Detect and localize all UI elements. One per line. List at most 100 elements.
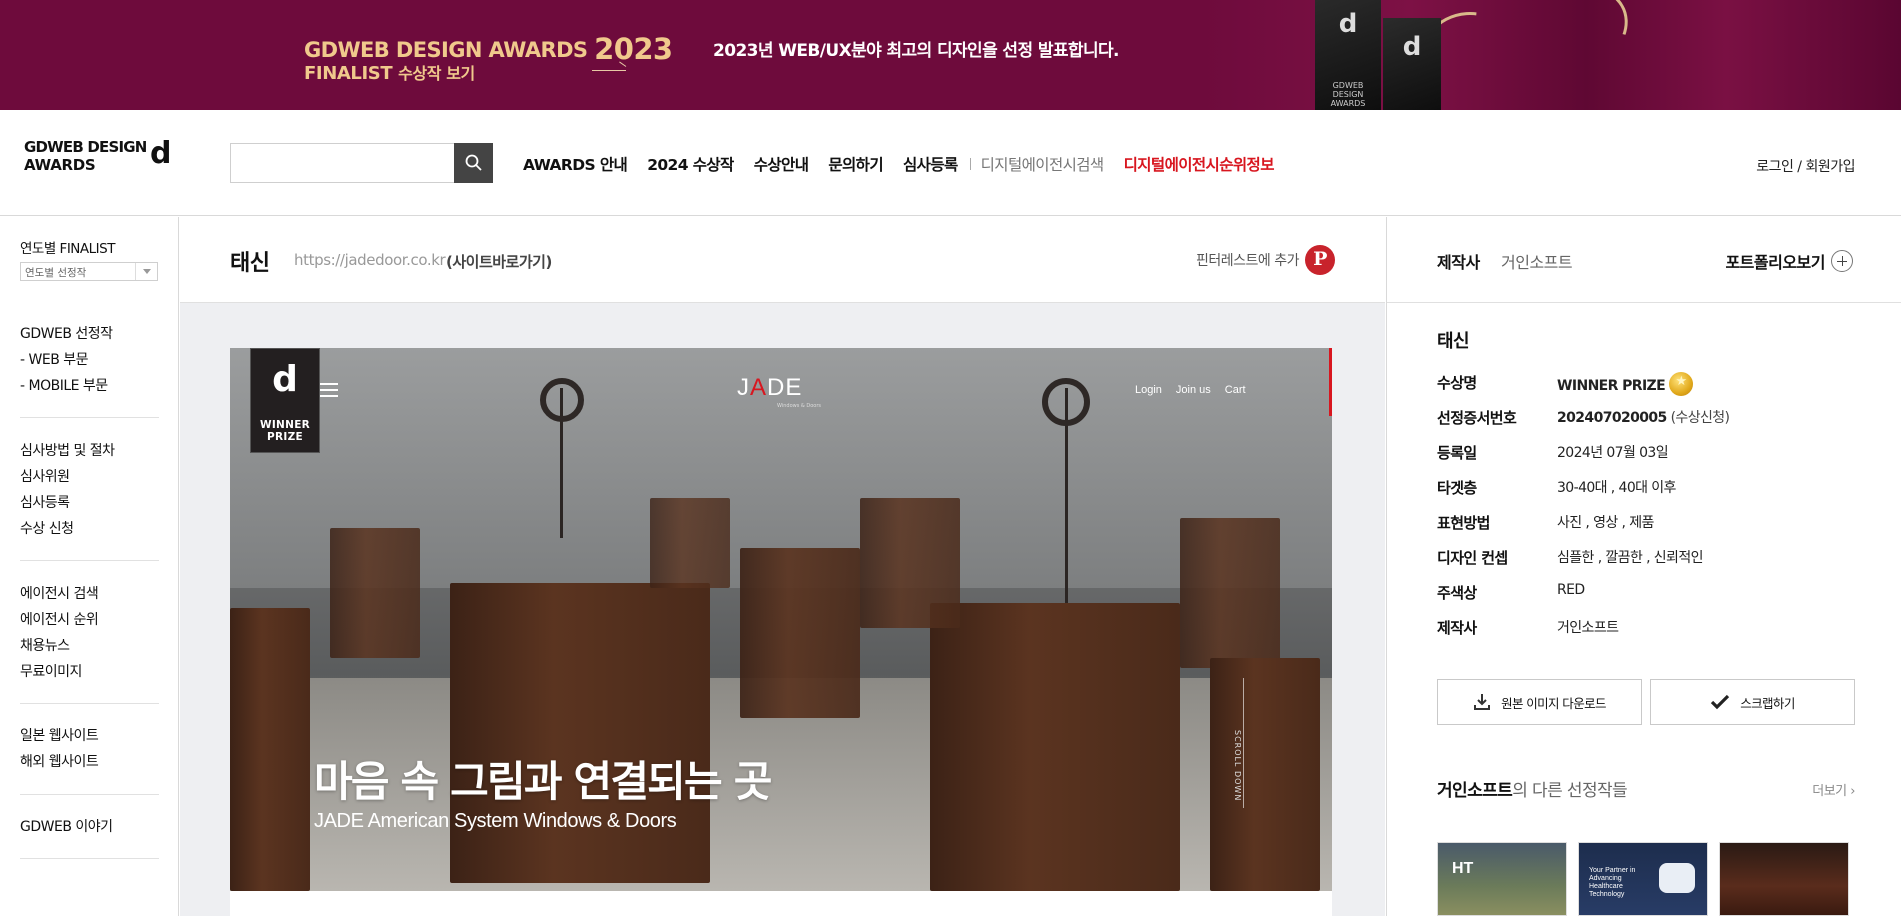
sidebar-item-agency-search[interactable]: 에이전시 검색 <box>20 581 159 607</box>
wood-block <box>930 603 1180 891</box>
maker-value[interactable]: 거인소프트 <box>1501 249 1573 273</box>
wood-block <box>450 583 710 883</box>
pinterest-add-button[interactable]: 핀터레스트에 추가 P <box>1196 245 1335 275</box>
thumbnail-text: Your Partner in Advancing Healthcare Tec… <box>1589 867 1636 898</box>
detail-value: 202407020005 (수상신청) <box>1557 410 1730 426</box>
download-original-button[interactable]: 원본 이미지 다운로드 <box>1437 679 1642 725</box>
detail-key: 선정증서번호 <box>1437 409 1517 427</box>
sidebar-group-selected: GDWEB 선정작 - WEB 부문 - MOBILE 부문 <box>20 321 159 399</box>
logo-line2: AWARDS <box>24 156 96 174</box>
detail-value: 30-40대 , 40대 이후 <box>1557 480 1676 496</box>
year-select[interactable]: 연도별 선정작 <box>20 262 158 281</box>
scrap-button[interactable]: 스크랩하기 <box>1650 679 1855 725</box>
work-url: https://jadedoor.co.kr <box>294 251 446 269</box>
trophy-logo-icon: d <box>1338 9 1358 39</box>
sidebar-item-overseas-sites[interactable]: 해외 웹사이트 <box>20 749 159 775</box>
sidebar-item-japan-sites[interactable]: 일본 웹사이트 <box>20 723 159 749</box>
sidebar-divider <box>20 858 159 859</box>
sidebar-item-register[interactable]: 심사등록 <box>20 490 159 516</box>
sidebar-divider <box>20 417 159 418</box>
detail-value: 사진 , 영상 , 제품 <box>1557 515 1654 531</box>
detail-row: 선정증서번호 202407020005 (수상신청) <box>1437 407 1730 442</box>
scroll-down-label: SCROLL DOWN <box>1233 730 1242 802</box>
promo-banner[interactable]: d GDWEB DESIGN AWARDS d GDWEB DESIGN AWA… <box>0 0 1901 110</box>
sidebar-divider <box>20 794 159 795</box>
sidebar-item-gdweb-story[interactable]: GDWEB 이야기 <box>20 814 159 840</box>
detail-row: 수상명 WINNER PRIZE <box>1437 372 1729 407</box>
detail-key: 주색상 <box>1437 584 1477 602</box>
detail-value: 거인소프트 <box>1557 620 1619 636</box>
more-link[interactable]: 더보기 › <box>1812 780 1855 799</box>
detail-key: 등록일 <box>1437 444 1477 462</box>
winner-prize-badge: d WINNER PRIZE <box>250 348 320 453</box>
sidebar-item-mobile[interactable]: - MOBILE 부문 <box>20 373 159 399</box>
trophy-image: d GDWEB DESIGN AWARDS <box>1315 0 1381 110</box>
detail-key: 타겟층 <box>1437 479 1477 497</box>
sidebar-item-free-images[interactable]: 무료이미지 <box>20 659 159 685</box>
iron-ring <box>540 378 584 422</box>
screenshot-login: Login <box>1135 384 1162 396</box>
other-work-thumbnail[interactable]: HT <box>1437 842 1567 916</box>
detail-value: 2024년 07월 03일 <box>1557 445 1669 461</box>
portfolio-label: 포트폴리오보기 <box>1725 253 1825 272</box>
sidebar-item-gdweb-selected[interactable]: GDWEB 선정작 <box>20 321 159 347</box>
screenshot-headline: 마음 속 그림과 연결되는 곳 <box>314 757 772 806</box>
visit-site-link[interactable]: (사이트바로가기) <box>446 251 552 272</box>
year-finalist-label: 연도별 FINALIST <box>20 241 115 257</box>
iron-ring <box>1042 378 1090 426</box>
device-image <box>1659 863 1695 893</box>
nav-award-guide[interactable]: 수상안내 <box>754 153 809 175</box>
nav-awards-info[interactable]: AWARDS 안내 <box>523 153 628 175</box>
sidebar-item-judges[interactable]: 심사위원 <box>20 464 159 490</box>
search-input[interactable] <box>231 144 456 182</box>
banner-title: GDWEB DESIGN AWARDS 2023 <box>304 32 673 66</box>
jade-brand-logo: JADE <box>737 374 803 401</box>
screenshot-nav: Login Join us Cart <box>1135 384 1260 396</box>
detail-key: 수상명 <box>1437 374 1477 392</box>
sidebar-item-apply[interactable]: 수상 신청 <box>20 516 159 542</box>
download-label: 원본 이미지 다운로드 <box>1501 695 1606 711</box>
detail-key: 디자인 컨셉 <box>1437 549 1508 567</box>
wood-block <box>330 528 420 658</box>
sidebar-item-review-method[interactable]: 심사방법 및 절차 <box>20 438 159 464</box>
nav-2024-winners[interactable]: 2024 수상작 <box>647 153 734 175</box>
portfolio-button[interactable]: 포트폴리오보기 <box>1725 249 1853 273</box>
wood-block <box>860 498 960 628</box>
detail-panel: 제작사 거인소프트 포트폴리오보기 태신 수상명 WINNER PRIZE 선정… <box>1386 217 1901 916</box>
search-icon <box>465 154 482 171</box>
site-logo[interactable]: GDWEB DESIGN AWARDS d <box>24 136 171 174</box>
website-screenshot: d WINNER PRIZE JADE Windows & Doors Login… <box>230 348 1332 891</box>
sidebar-group-sites: 일본 웹사이트 해외 웹사이트 <box>20 723 159 775</box>
sidebar-item-web[interactable]: - WEB 부문 <box>20 347 159 373</box>
arrow-right-icon <box>592 70 626 71</box>
wood-block <box>650 498 730 588</box>
screenshot-continuation <box>230 891 1332 916</box>
nav-contact[interactable]: 문의하기 <box>828 153 883 175</box>
screenshot-subheadline: JADE American System Windows & Doors <box>314 810 677 832</box>
login-signup-link[interactable]: 로그인 / 회원가입 <box>1756 156 1855 176</box>
screenshot-join: Join us <box>1175 384 1211 396</box>
detail-value: RED <box>1557 582 1585 598</box>
sidebar-item-agency-ranking[interactable]: 에이전시 순위 <box>20 607 159 633</box>
left-sidebar: 연도별 FINALIST 연도별 선정작 GDWEB 선정작 - WEB 부문 … <box>0 217 179 916</box>
main-content: 태신 https://jadedoor.co.kr (사이트바로가기) 핀터레스… <box>180 217 1385 916</box>
search-button[interactable] <box>454 143 493 183</box>
sidebar-group-story: GDWEB 이야기 <box>20 814 159 840</box>
detail-value: 심플한 , 깔끔한 , 신뢰적인 <box>1557 550 1704 566</box>
main-nav: AWARDS 안내 2024 수상작 수상안내 문의하기 심사등록 디지털에이전… <box>523 153 1294 175</box>
pinterest-label: 핀터레스트에 추가 <box>1196 253 1300 269</box>
trophy-logo-icon: d <box>1402 32 1422 62</box>
nav-agency-ranking[interactable]: 디지털에이전시순위정보 <box>1124 153 1275 175</box>
sidebar-group-review: 심사방법 및 절차 심사위원 심사등록 수상 신청 <box>20 438 159 542</box>
sidebar-item-jobs[interactable]: 채용뉴스 <box>20 633 159 659</box>
detail-key: 제작사 <box>1437 619 1477 637</box>
detail-row: 타겟층 30-40대 , 40대 이후 <box>1437 477 1729 512</box>
other-work-thumbnail[interactable]: Your Partner in Advancing Healthcare Tec… <box>1578 842 1708 916</box>
trophy-image: d <box>1383 18 1441 110</box>
nav-review-register[interactable]: 심사등록 <box>903 153 958 175</box>
banner-tagline: 2023년 WEB/UX분야 최고의 디자인을 선정 발표합니다. <box>713 41 1119 61</box>
search-box <box>230 143 493 183</box>
nav-agency-search[interactable]: 디지털에이전시검색 <box>981 153 1105 175</box>
site-header: GDWEB DESIGN AWARDS d AWARDS 안내 2024 수상작… <box>0 110 1901 216</box>
other-work-thumbnail[interactable] <box>1719 842 1849 916</box>
